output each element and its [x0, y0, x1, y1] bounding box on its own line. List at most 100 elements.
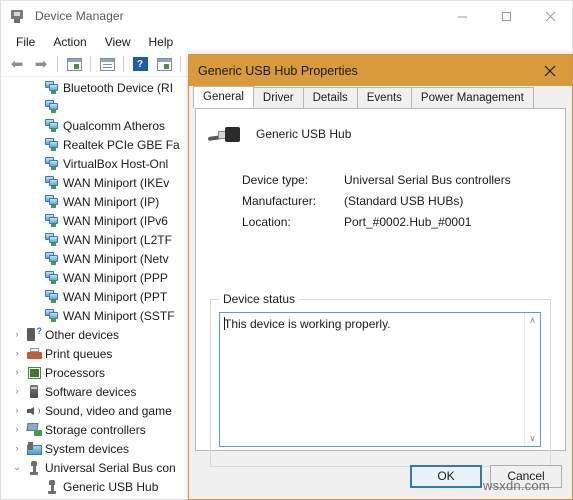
tree-item-label: System devices	[45, 441, 130, 456]
close-button[interactable]	[528, 1, 572, 31]
tab-driver[interactable]: Driver	[252, 87, 304, 108]
software-devices-icon	[25, 385, 43, 398]
tree-item-label: VirtualBox Host-Onl	[63, 156, 169, 171]
property-row-device-type: Device type: Universal Serial Bus contro…	[242, 169, 565, 190]
chevron-right-icon[interactable]: ›	[9, 368, 25, 377]
menu-item-action[interactable]: Action	[44, 33, 95, 51]
property-label: Manufacturer:	[242, 193, 317, 208]
window-controls	[440, 1, 572, 31]
device-properties-list: Device type: Universal Serial Bus contro…	[242, 169, 565, 232]
network-adapter-icon	[43, 289, 61, 304]
chevron-right-icon[interactable]: ›	[9, 349, 25, 358]
network-adapter-icon	[43, 251, 61, 266]
dialog-close-icon[interactable]	[528, 55, 572, 86]
device-status-text: This device is working properly.	[224, 317, 391, 331]
tab-power-management[interactable]: Power Management	[410, 87, 534, 108]
usb-hub-icon	[43, 498, 61, 499]
help-icon[interactable]: ?	[129, 53, 151, 75]
network-adapter-icon	[43, 270, 61, 285]
cancel-button[interactable]: Cancel	[490, 464, 562, 488]
usb-plug-icon	[207, 123, 242, 149]
tree-item-label: Universal Serial Bus con	[45, 460, 176, 475]
device-name: Generic USB Hub	[256, 127, 352, 141]
property-value: Universal Serial Bus controllers	[344, 172, 511, 187]
minimize-button[interactable]	[440, 1, 484, 31]
toolbar-separator	[90, 56, 91, 72]
chevron-down-icon[interactable]: ⌄	[9, 463, 25, 472]
other-devices-icon: ?	[25, 327, 43, 341]
tree-item-label: WAN Miniport (Netv	[63, 251, 169, 266]
maximize-button[interactable]	[484, 1, 528, 31]
tree-item-label: Realtek PCIe GBE Fa	[63, 137, 180, 152]
tab-details[interactable]: Details	[302, 87, 358, 108]
tree-item-label: WAN Miniport (IP)	[63, 194, 160, 209]
device-status-scrollbar[interactable]: ∧ ∨	[524, 313, 540, 446]
ok-button[interactable]: OK	[410, 464, 482, 488]
scroll-down-icon[interactable]: ∨	[525, 431, 540, 446]
network-adapter-icon	[43, 213, 61, 228]
chevron-right-icon[interactable]: ›	[9, 387, 25, 396]
tree-item-label: WAN Miniport (SSTF	[63, 308, 175, 323]
tree-item-label: WAN Miniport (IPv6	[63, 213, 168, 228]
chevron-right-icon[interactable]: ›	[9, 330, 25, 339]
network-adapter-icon	[43, 232, 61, 247]
usb-hub-icon	[43, 479, 61, 494]
menu-item-help[interactable]: Help	[140, 33, 183, 51]
back-arrow-icon[interactable]: ⬅	[6, 53, 28, 75]
tree-item-label: Print queues	[45, 346, 113, 361]
processors-icon	[25, 366, 43, 379]
tree-item-label: Intel(R) USB 3.0 eXte	[61, 499, 178, 500]
tree-item-label: Other devices	[45, 327, 120, 342]
tree-item-label: Storage controllers	[45, 422, 146, 437]
tab-general[interactable]: General	[193, 86, 254, 108]
tab-panel-general: Generic USB Hub Device type: Universal S…	[195, 108, 566, 467]
property-label: Device type:	[242, 172, 309, 187]
storage-controllers-icon	[25, 423, 43, 436]
properties-dialog: Generic USB Hub Properties General Drive…	[188, 54, 573, 500]
network-adapter-icon	[43, 194, 61, 209]
network-adapter-icon	[43, 156, 61, 171]
toolbar-separator	[180, 56, 181, 72]
update-driver-icon[interactable]	[153, 53, 175, 75]
tree-item-label: WAN Miniport (PPT	[63, 289, 168, 304]
property-label: Location:	[242, 214, 291, 229]
device-status-group: Device status This device is working pro…	[210, 292, 551, 467]
window-titlebar: Device Manager	[1, 1, 572, 31]
dialog-titlebar: Generic USB Hub Properties	[189, 55, 572, 86]
sound-video-icon	[25, 405, 43, 417]
chevron-right-icon[interactable]: ›	[9, 406, 25, 415]
menu-item-view[interactable]: View	[96, 33, 140, 51]
menu-item-file[interactable]: File	[7, 33, 44, 51]
tree-item-label: Generic USB Hub	[63, 479, 159, 494]
device-status-legend: Device status	[219, 292, 300, 306]
network-adapter-icon	[43, 118, 61, 133]
toolbar-separator	[123, 56, 124, 72]
network-adapter-icon	[43, 308, 61, 323]
device-header: Generic USB Hub	[196, 109, 565, 149]
tree-item-label: WAN Miniport (IKEv	[63, 175, 170, 190]
usb-controllers-icon	[25, 460, 43, 475]
menu-bar: File Action View Help	[1, 31, 572, 52]
tree-item-label: WAN Miniport (PPP	[63, 270, 168, 285]
dialog-footer: OK Cancel	[189, 453, 572, 499]
show-hide-console-tree-icon[interactable]	[63, 53, 85, 75]
tree-item-label: Software devices	[45, 384, 137, 399]
dialog-title: Generic USB Hub Properties	[198, 63, 358, 78]
scroll-up-icon[interactable]: ∧	[525, 313, 540, 328]
network-adapter-icon	[43, 137, 61, 152]
tree-item-label: Sound, video and game	[45, 403, 172, 418]
forward-arrow-icon[interactable]: ➡	[30, 53, 52, 75]
dialog-tabs: General Driver Details Events Power Mana…	[189, 86, 572, 108]
property-row-location: Location: Port_#0002.Hub_#0001	[242, 211, 565, 232]
device-manager-icon	[9, 8, 25, 24]
device-status-textbox[interactable]: This device is working properly. ∧ ∨	[219, 312, 541, 447]
system-devices-icon	[25, 442, 43, 455]
tree-item-label: WAN Miniport (L2TF	[63, 232, 172, 247]
chevron-right-icon[interactable]: ›	[9, 425, 25, 434]
tab-events[interactable]: Events	[356, 87, 412, 108]
chevron-right-icon[interactable]: ›	[9, 444, 25, 453]
tree-item-label: Qualcomm Atheros	[63, 118, 166, 133]
property-value: Port_#0002.Hub_#0001	[344, 214, 472, 229]
network-adapter-icon	[43, 99, 61, 114]
properties-icon[interactable]	[96, 53, 118, 75]
